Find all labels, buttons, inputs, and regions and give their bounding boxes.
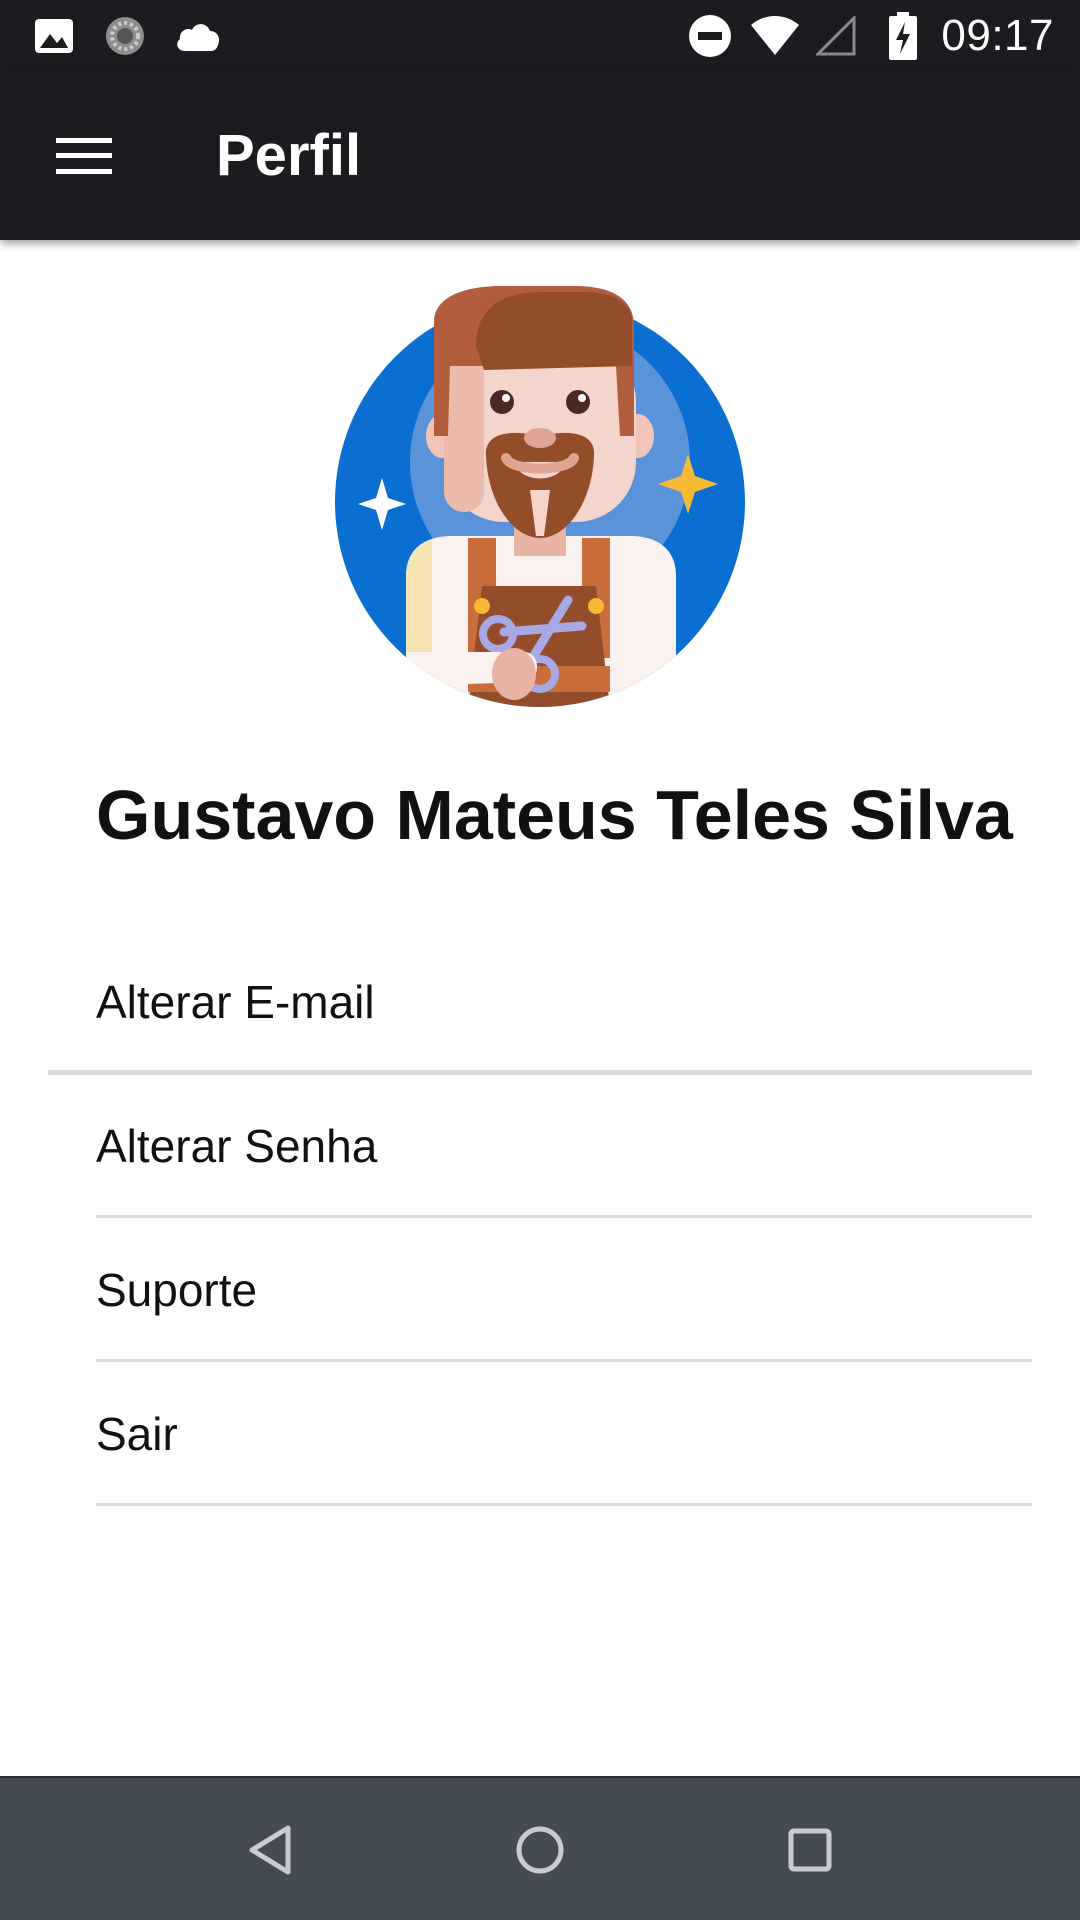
menu-item-label: Alterar Senha bbox=[96, 1120, 378, 1172]
battery-charging-icon bbox=[886, 12, 920, 60]
status-bar: 09:17 bbox=[0, 0, 1080, 72]
menu-item-change-password[interactable]: Alterar Senha bbox=[0, 1074, 1080, 1218]
menu-item-support[interactable]: Suporte bbox=[0, 1218, 1080, 1362]
home-icon bbox=[516, 1826, 564, 1874]
hamburger-menu-button[interactable] bbox=[40, 112, 128, 200]
divider bbox=[96, 1503, 1032, 1506]
navigation-bar bbox=[0, 1776, 1080, 1920]
cloud-icon bbox=[172, 12, 224, 60]
barber-avatar bbox=[334, 286, 746, 708]
cell-signal-icon bbox=[814, 12, 858, 60]
page-title: Perfil bbox=[216, 123, 362, 188]
profile-screen: 09:17 Perfil Gustavo Mateus Teles Silva … bbox=[0, 0, 1080, 1920]
sync-icon bbox=[102, 12, 148, 60]
status-time: 09:17 bbox=[941, 11, 1054, 60]
menu-item-label: Suporte bbox=[96, 1264, 258, 1316]
menu-item-logout[interactable]: Sair bbox=[0, 1362, 1080, 1506]
do-not-disturb-icon bbox=[686, 12, 734, 60]
profile-name: Gustavo Mateus Teles Silva bbox=[96, 776, 1013, 854]
home-button[interactable] bbox=[496, 1806, 584, 1894]
recents-icon bbox=[788, 1828, 832, 1872]
back-icon bbox=[249, 1825, 291, 1875]
gallery-icon bbox=[32, 12, 76, 60]
recents-button[interactable] bbox=[766, 1806, 854, 1894]
profile-menu-list: Alterar E-mail Alterar Senha Suporte Sai… bbox=[0, 930, 1080, 1506]
menu-item-label: Alterar E-mail bbox=[96, 976, 375, 1028]
app-bar: Perfil bbox=[0, 72, 1080, 240]
menu-item-label: Sair bbox=[96, 1408, 178, 1460]
menu-item-change-email[interactable]: Alterar E-mail bbox=[0, 930, 1080, 1075]
back-button[interactable] bbox=[226, 1806, 314, 1894]
wifi-icon bbox=[748, 12, 802, 60]
hamburger-menu-icon bbox=[56, 138, 112, 174]
